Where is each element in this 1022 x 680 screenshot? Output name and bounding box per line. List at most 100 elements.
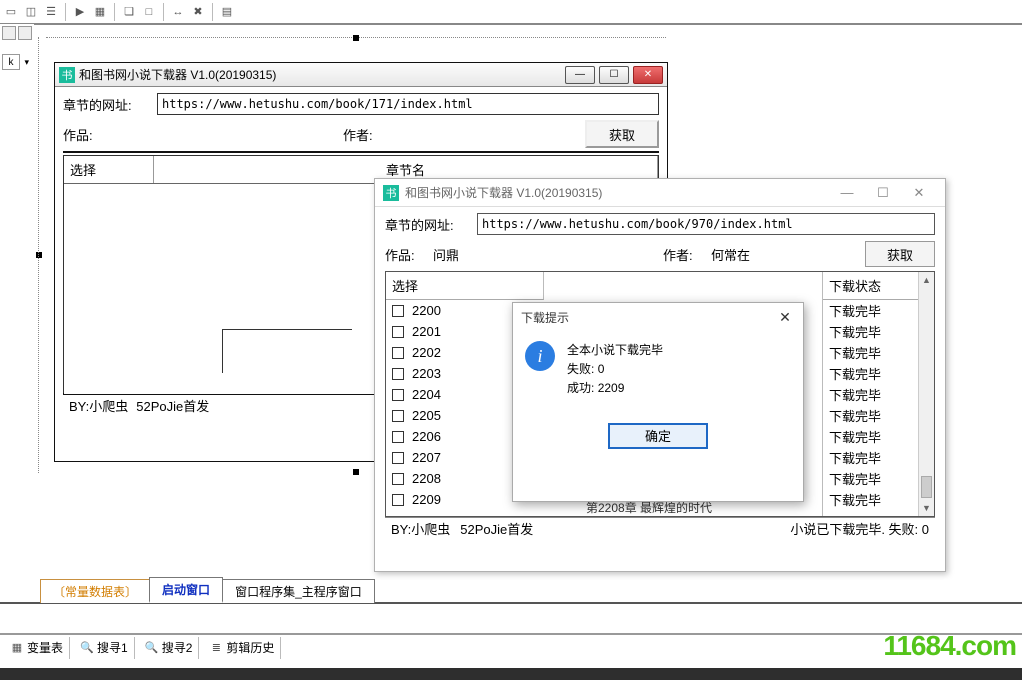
grid-icon: ▦ (10, 641, 24, 655)
resize-handle[interactable] (36, 252, 42, 258)
separator (114, 3, 115, 21)
tab-const-data: 〔常量数据表〕 (40, 579, 150, 603)
table-row-status: 下载完毕 (823, 363, 918, 384)
separator (65, 3, 66, 21)
status-src: 52PoJie首发 (136, 396, 209, 415)
titlebar[interactable]: 书 和图书网小说下载器 V1.0(20190315) — ☐ ✕ (375, 179, 945, 207)
checkbox[interactable] (392, 410, 404, 422)
status-result: 小说已下载完毕. 失败: 0 (790, 519, 929, 538)
checkbox[interactable] (392, 473, 404, 485)
minimize-button[interactable]: — (829, 182, 865, 204)
separator (163, 3, 164, 21)
tb-icon[interactable]: □ (140, 3, 158, 21)
tb-icon[interactable]: ☰ (42, 3, 60, 21)
tab-startup-window[interactable]: 启动窗口 (149, 577, 223, 603)
chapter-number: 2207 (412, 450, 441, 465)
search-icon: 🔍 (145, 641, 159, 655)
chapter-number: 2200 (412, 303, 441, 318)
tb-icon[interactable]: ▤ (218, 3, 236, 21)
table-row-status: 下载完毕 (823, 384, 918, 405)
gutter-btn[interactable] (2, 26, 16, 40)
col-status[interactable]: 下载状态 (823, 272, 918, 300)
checkbox[interactable] (392, 305, 404, 317)
checkbox[interactable] (392, 389, 404, 401)
chapter-number: 2204 (412, 387, 441, 402)
resize-handle[interactable] (353, 35, 359, 41)
maximize-button[interactable]: ☐ (865, 182, 901, 204)
chapter-number: 2208 (412, 471, 441, 486)
seg-search2[interactable]: 🔍搜寻2 (139, 637, 200, 659)
chapter-number: 2206 (412, 429, 441, 444)
dialog-titlebar[interactable]: 下载提示 ✕ (513, 303, 803, 331)
tb-icon[interactable]: ↔ (169, 3, 187, 21)
author-label: 作者: (343, 125, 585, 144)
checkbox[interactable] (392, 452, 404, 464)
gutter-btn[interactable] (18, 26, 32, 40)
fetch-button[interactable]: 获取 (585, 120, 659, 148)
ok-button[interactable]: 确定 (608, 423, 708, 449)
tb-icon[interactable]: ▭ (2, 3, 20, 21)
tb-icon[interactable]: ✖ (189, 3, 207, 21)
seg-clip-history[interactable]: ≣剪辑历史 (203, 637, 281, 659)
statusbar: BY:小爬虫 52PoJie首发 小说已下载完毕. 失败: 0 (385, 517, 935, 539)
author-value: 何常在 (711, 245, 865, 264)
book-label: 作品: (385, 245, 433, 264)
minimize-button[interactable]: — (565, 66, 595, 84)
table-row-status: 下载完毕 (823, 405, 918, 426)
list-icon: ≣ (209, 641, 223, 655)
dialog-title: 下载提示 (521, 309, 569, 326)
resize-handle[interactable] (353, 469, 359, 475)
status-by: BY:小爬虫 (391, 519, 450, 538)
table-row-status: 下载完毕 (823, 468, 918, 489)
book-value: 问鼎 (433, 245, 663, 264)
tab-window-module[interactable]: 窗口程序集_主程序窗口 (222, 579, 375, 603)
table-row-status: 下载完毕 (823, 300, 918, 321)
download-dialog: 下载提示 ✕ i 全本小说下载完毕 失败: 0 成功: 2209 确定 (512, 302, 804, 502)
fetch-button[interactable]: 获取 (865, 241, 935, 267)
bottom-strip (0, 668, 1022, 680)
scroll-thumb[interactable] (921, 476, 932, 498)
maximize-button[interactable]: ☐ (599, 66, 629, 84)
divider (63, 151, 659, 153)
tb-icon[interactable]: ▦ (91, 3, 109, 21)
checkbox[interactable] (392, 494, 404, 506)
scroll-down-icon[interactable]: ▼ (919, 500, 934, 516)
url-input[interactable] (477, 213, 935, 235)
col-select[interactable]: 选择 (64, 156, 154, 183)
status-toolbar: ▦变量表 🔍搜寻1 🔍搜寻2 ≣剪辑历史 (0, 634, 1022, 660)
status-by: BY:小爬虫 (69, 396, 128, 415)
success-label: 成功: (567, 381, 594, 395)
close-button[interactable]: ✕ (633, 66, 663, 84)
scrollbar[interactable]: ▲ ▼ (918, 272, 934, 516)
table-row-status: 下载完毕 (823, 321, 918, 342)
gutter-label[interactable]: k (2, 54, 20, 70)
checkbox[interactable] (392, 431, 404, 443)
url-label: 章节的网址: (63, 95, 153, 114)
seg-var-table[interactable]: ▦变量表 (4, 637, 70, 659)
info-icon: i (525, 341, 555, 371)
table-row-status: 下载完毕 (823, 426, 918, 447)
scroll-up-icon[interactable]: ▲ (919, 272, 934, 288)
url-input[interactable] (157, 93, 659, 115)
checkbox[interactable] (392, 368, 404, 380)
checkbox[interactable] (392, 347, 404, 359)
titlebar[interactable]: 书 和图书网小说下载器 V1.0(20190315) — ☐ ✕ (55, 63, 667, 87)
window-title: 和图书网小说下载器 V1.0(20190315) (79, 66, 565, 83)
table-row-status: 下载完毕 (823, 342, 918, 363)
tb-icon[interactable]: ▶ (71, 3, 89, 21)
table-row-status: 下载完毕 (823, 447, 918, 468)
tb-icon[interactable]: ❏ (120, 3, 138, 21)
chapter-number: 2209 (412, 492, 441, 507)
col-select[interactable]: 选择 (386, 272, 544, 300)
success-value: 2209 (598, 381, 625, 395)
table-row-status: 下载完毕 (823, 489, 918, 510)
ide-left-gutter: k (0, 24, 34, 580)
author-label: 作者: (663, 245, 711, 264)
checkbox[interactable] (392, 326, 404, 338)
tb-icon[interactable]: ◫ (22, 3, 40, 21)
close-button[interactable]: ✕ (901, 182, 937, 204)
chapter-number: 2203 (412, 366, 441, 381)
close-icon[interactable]: ✕ (775, 307, 795, 327)
tab-bar: 〔常量数据表〕 启动窗口 窗口程序集_主程序窗口 (0, 580, 1022, 604)
seg-search1[interactable]: 🔍搜寻1 (74, 637, 135, 659)
